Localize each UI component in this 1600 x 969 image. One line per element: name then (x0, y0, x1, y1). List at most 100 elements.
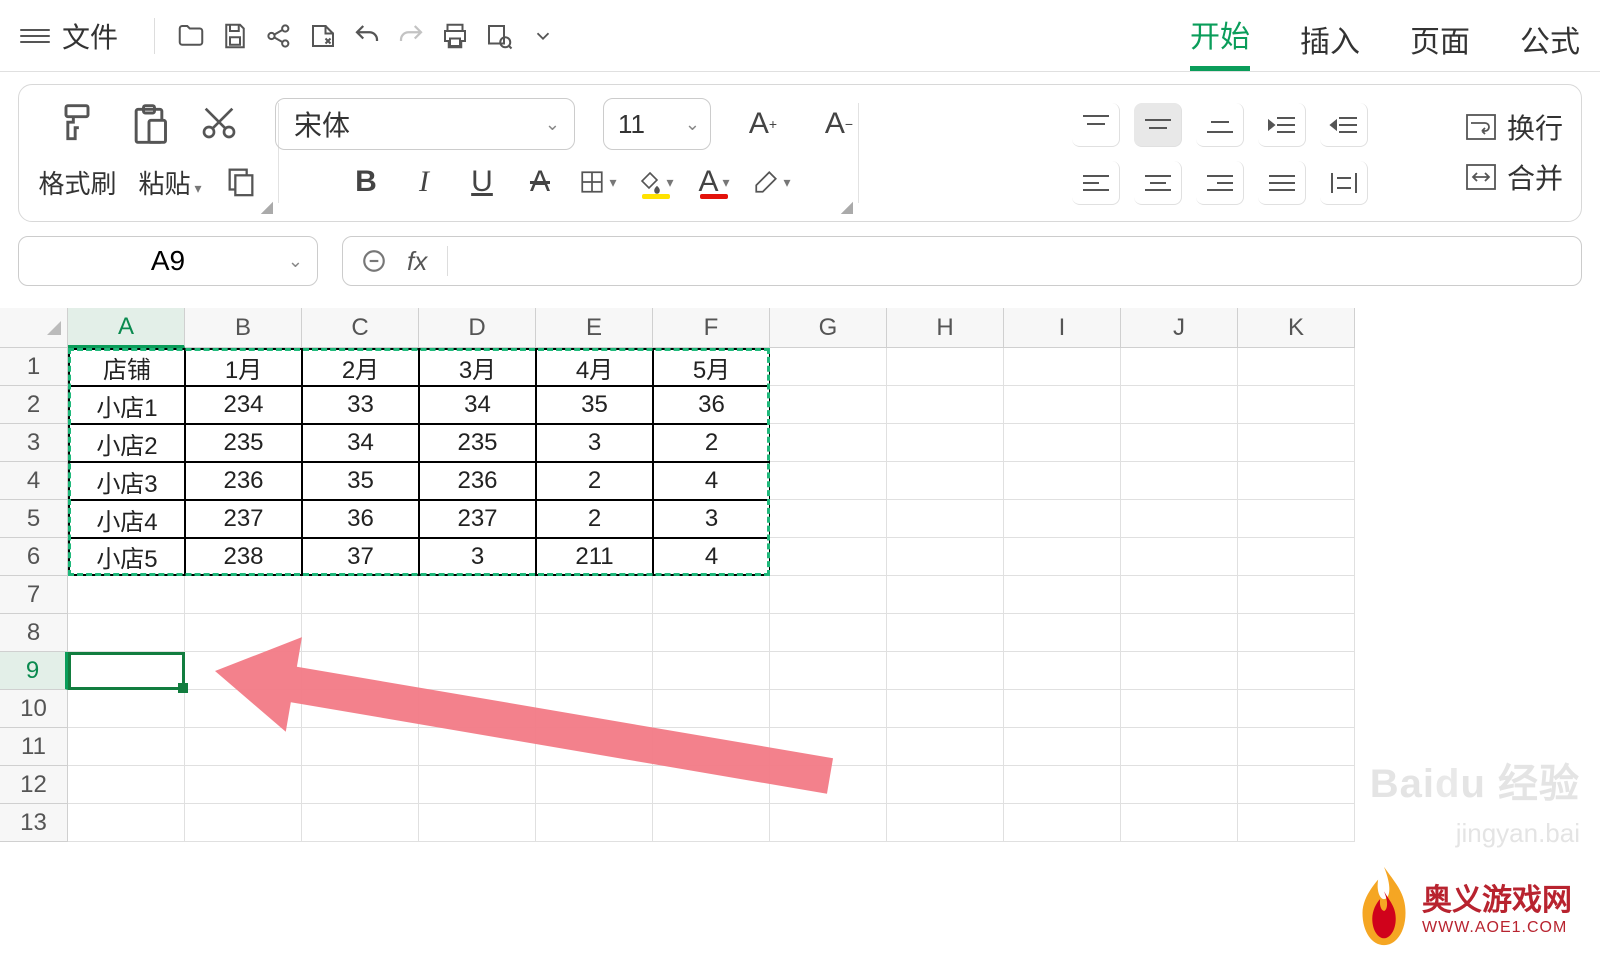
cell[interactable] (1004, 690, 1121, 728)
cell[interactable] (185, 652, 302, 690)
format-painter-icon[interactable] (55, 102, 99, 146)
cell[interactable] (653, 690, 770, 728)
cell[interactable] (185, 766, 302, 804)
cell[interactable] (1004, 652, 1121, 690)
col-header[interactable]: F (653, 308, 770, 348)
cell[interactable] (653, 766, 770, 804)
cell[interactable] (770, 728, 887, 766)
col-header[interactable]: K (1238, 308, 1355, 348)
cut-icon[interactable] (199, 102, 243, 146)
font-color-button[interactable]: A (690, 158, 738, 206)
cell[interactable] (68, 728, 185, 766)
cell[interactable]: 2 (536, 500, 653, 538)
print-icon[interactable] (433, 14, 477, 58)
cell[interactable] (653, 804, 770, 842)
cell[interactable] (419, 804, 536, 842)
cell[interactable] (887, 348, 1004, 386)
cell[interactable]: 238 (185, 538, 302, 576)
cell[interactable]: 4 (653, 462, 770, 500)
cell[interactable] (770, 804, 887, 842)
cell[interactable] (1121, 424, 1238, 462)
cell[interactable] (887, 728, 1004, 766)
col-header[interactable]: H (887, 308, 1004, 348)
cell[interactable] (1238, 728, 1355, 766)
row-header[interactable]: 11 (0, 728, 68, 766)
paste-icon[interactable] (127, 102, 171, 146)
cell[interactable] (1121, 766, 1238, 804)
cell[interactable] (770, 348, 887, 386)
align-right-icon[interactable] (1196, 161, 1244, 205)
row-header[interactable]: 12 (0, 766, 68, 804)
paste-label[interactable]: 粘贴 (138, 164, 201, 201)
cell[interactable] (419, 614, 536, 652)
cell[interactable] (1004, 728, 1121, 766)
cell[interactable] (536, 652, 653, 690)
copy-icon[interactable] (224, 164, 260, 200)
cell[interactable] (1004, 576, 1121, 614)
cell[interactable] (1004, 766, 1121, 804)
row-header[interactable]: 1 (0, 348, 68, 386)
cell[interactable]: 234 (185, 386, 302, 424)
cell[interactable]: 小店1 (68, 386, 185, 424)
spreadsheet-grid[interactable]: ABCDEFGHIJK1店铺1月2月3月4月5月2小店1234333435363… (0, 308, 1600, 842)
cell[interactable]: 237 (185, 500, 302, 538)
cell[interactable] (302, 576, 419, 614)
cell[interactable] (68, 614, 185, 652)
cell[interactable] (1121, 462, 1238, 500)
cell[interactable] (419, 690, 536, 728)
cell[interactable] (302, 766, 419, 804)
cell[interactable]: 4月 (536, 348, 653, 386)
decrease-indent-icon[interactable] (1258, 103, 1306, 147)
cell[interactable]: 235 (419, 424, 536, 462)
align-left-icon[interactable] (1072, 161, 1120, 205)
cell[interactable] (302, 804, 419, 842)
tab-insert[interactable]: 插入 (1300, 17, 1360, 71)
cell[interactable]: 36 (653, 386, 770, 424)
save-icon[interactable] (213, 14, 257, 58)
cell[interactable] (185, 728, 302, 766)
row-header[interactable]: 9 (0, 652, 68, 690)
cell[interactable] (770, 766, 887, 804)
col-header[interactable]: J (1121, 308, 1238, 348)
open-icon[interactable] (169, 14, 213, 58)
decrease-font-icon[interactable]: A− (815, 100, 863, 148)
cell[interactable] (1004, 386, 1121, 424)
increase-indent-icon[interactable] (1320, 103, 1368, 147)
tab-page[interactable]: 页面 (1410, 17, 1470, 71)
cell[interactable] (536, 728, 653, 766)
cell[interactable] (1121, 538, 1238, 576)
cell[interactable]: 35 (536, 386, 653, 424)
print-preview-icon[interactable] (477, 14, 521, 58)
group-launcher-icon[interactable]: ◢ (841, 197, 853, 217)
cell[interactable] (1004, 348, 1121, 386)
italic-button[interactable]: I (400, 158, 448, 206)
cell[interactable]: 5月 (653, 348, 770, 386)
cell[interactable]: 1月 (185, 348, 302, 386)
underline-button[interactable]: U (458, 158, 506, 206)
group-launcher-icon[interactable]: ◢ (261, 197, 273, 217)
cell[interactable] (770, 614, 887, 652)
cell[interactable] (1121, 614, 1238, 652)
cell[interactable] (1004, 804, 1121, 842)
cell[interactable]: 236 (185, 462, 302, 500)
cell[interactable]: 35 (302, 462, 419, 500)
cell[interactable] (68, 766, 185, 804)
cell[interactable] (887, 462, 1004, 500)
cell[interactable] (185, 576, 302, 614)
cell[interactable] (68, 690, 185, 728)
cell[interactable] (419, 766, 536, 804)
strikethrough-button[interactable]: A (516, 158, 564, 206)
font-size-select[interactable]: 11⌄ (603, 98, 711, 150)
font-name-select[interactable]: 宋体⌄ (275, 98, 575, 150)
cell[interactable] (68, 804, 185, 842)
cell[interactable] (1238, 576, 1355, 614)
border-button[interactable] (574, 158, 622, 206)
cell[interactable]: 2月 (302, 348, 419, 386)
row-header[interactable]: 4 (0, 462, 68, 500)
cell[interactable] (1004, 462, 1121, 500)
cell[interactable] (536, 576, 653, 614)
cell[interactable]: 211 (536, 538, 653, 576)
row-header[interactable]: 10 (0, 690, 68, 728)
cell[interactable]: 33 (302, 386, 419, 424)
cell[interactable] (887, 652, 1004, 690)
